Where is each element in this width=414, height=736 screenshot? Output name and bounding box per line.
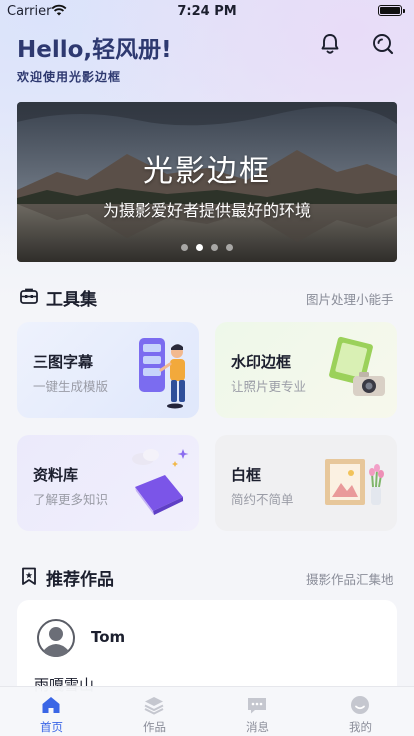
tab-works[interactable]: 作品	[103, 687, 206, 736]
tools-section-link[interactable]: 图片处理小能手	[306, 289, 394, 308]
message-icon	[248, 698, 266, 714]
recommended-section-title: 推荐作品	[46, 570, 114, 590]
layers-icon	[144, 697, 164, 715]
tool-card-title: 资料库	[33, 466, 79, 484]
status-bar: Carrier 7:24 PM	[0, 0, 414, 22]
tab-home[interactable]: 首页	[0, 687, 103, 736]
battery-icon	[378, 5, 405, 16]
tool-card-title: 三图字幕	[33, 353, 94, 371]
tool-card-title: 水印边框	[231, 353, 292, 371]
greeting-subtitle: 欢迎使用光影边框	[17, 70, 122, 84]
bookmark-icon	[22, 567, 36, 585]
banner-title: 光影边框	[143, 154, 271, 189]
tool-card-subtitle: 一键生成模版	[33, 379, 109, 394]
tool-card-subtitle: 了解更多知识	[33, 492, 109, 507]
bell-icon[interactable]	[318, 32, 342, 56]
tab-label: 作品	[143, 720, 166, 734]
toolbox-icon	[20, 288, 38, 304]
carousel-dot-active[interactable]	[196, 244, 203, 251]
smile-icon	[351, 696, 369, 714]
carousel-indicator	[17, 244, 397, 251]
greeting-title: Hello,轻风册!	[17, 37, 172, 63]
tool-card-white-frame[interactable]: 白框 简约不简单	[215, 435, 397, 531]
carousel-dot[interactable]	[181, 244, 188, 251]
frame-camera-illustration-icon	[329, 336, 385, 396]
tab-label: 首页	[40, 720, 63, 734]
tool-card-subtitle: 简约不简单	[231, 492, 294, 507]
avatar[interactable]	[37, 619, 75, 657]
banner-carousel[interactable]: 光影边框 为摄影爱好者提供最好的环境	[17, 102, 397, 262]
banner-subtitle: 为摄影爱好者提供最好的环境	[102, 201, 311, 220]
phone-person-illustration-icon	[139, 338, 185, 409]
tool-card-title: 白框	[231, 466, 262, 484]
tool-card-library[interactable]: 资料库 了解更多知识	[17, 435, 199, 531]
picture-frame-illustration-icon	[325, 459, 384, 505]
bottom-tab-bar: 首页 作品 消息 我的	[0, 686, 414, 736]
recommended-section-link[interactable]: 摄影作品汇集地	[306, 569, 394, 588]
carousel-dot[interactable]	[211, 244, 218, 251]
tab-profile[interactable]: 我的	[309, 687, 412, 736]
tab-label: 消息	[246, 720, 269, 734]
tools-section-title: 工具集	[46, 290, 97, 310]
search-icon[interactable]	[371, 32, 395, 56]
tool-card-subtitle: 让照片更专业	[231, 379, 307, 394]
tool-card-watermark-frame[interactable]: 水印边框 让照片更专业	[215, 322, 397, 418]
home-icon	[42, 697, 60, 713]
work-author-name[interactable]: Tom	[91, 628, 125, 646]
tab-label: 我的	[349, 720, 372, 734]
status-time: 7:24 PM	[177, 4, 237, 19]
tool-card-triple-caption[interactable]: 三图字幕 一键生成模版	[17, 322, 199, 418]
tab-messages[interactable]: 消息	[206, 687, 309, 736]
book-cloud-illustration-icon	[132, 449, 189, 515]
carousel-dot[interactable]	[226, 244, 233, 251]
